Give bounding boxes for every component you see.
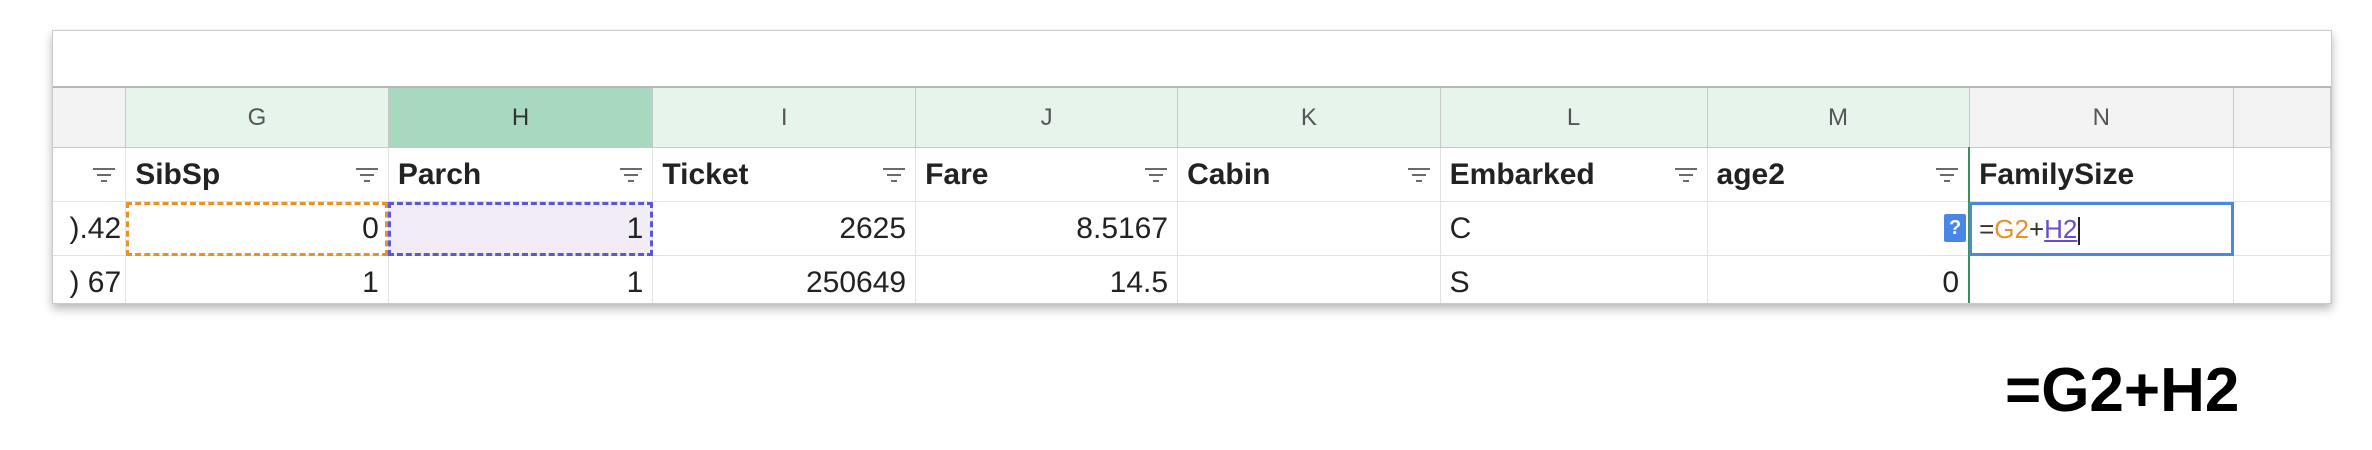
filter-icon[interactable]	[1935, 166, 1959, 184]
header-label: Fare	[925, 157, 989, 191]
header-label: SibSp	[135, 157, 221, 191]
header-cell-cabin[interactable]: Cabin	[1177, 147, 1441, 202]
column-header-g[interactable]: G	[125, 88, 389, 148]
cell-h2-referenced[interactable]: 1	[388, 201, 654, 256]
header-cell-familysize[interactable]: FamilySize	[1968, 147, 2235, 202]
cell-g2-referenced[interactable]: 0	[125, 201, 389, 256]
header-cell-embarked[interactable]: Embarked	[1440, 147, 1708, 202]
header-label: Embarked	[1449, 157, 1595, 191]
header-label: FamilySize	[1979, 157, 2135, 191]
cell-l3[interactable]: S	[1440, 255, 1708, 303]
cell-m3[interactable]: 0	[1707, 255, 1970, 303]
cell-l2[interactable]: C	[1440, 201, 1708, 256]
column-header-j[interactable]: J	[915, 88, 1179, 148]
column-header-m[interactable]: M	[1707, 88, 1970, 148]
column-header-l[interactable]: L	[1440, 88, 1708, 148]
formula-ref-g2: G2	[1994, 213, 2029, 244]
formula-ref-h2: H2	[2044, 213, 2078, 244]
cell-j2[interactable]: 8.5167	[915, 201, 1179, 256]
table-row: ) 67 1 1 250649 14.5 S 0	[53, 255, 2331, 303]
filter-icon[interactable]	[355, 166, 379, 184]
cell-f3[interactable]: ) 67	[53, 255, 127, 303]
cell-f2[interactable]: ).42	[53, 201, 127, 256]
header-cell-ticket[interactable]: Ticket	[652, 147, 917, 202]
cell-j3[interactable]: 14.5	[915, 255, 1179, 303]
header-cell-parch[interactable]: Parch	[388, 147, 654, 202]
filter-icon[interactable]	[92, 166, 116, 184]
toolbar-strip	[53, 31, 2331, 88]
header-label: age2	[1716, 157, 1785, 191]
formula-help-icon[interactable]: ?	[1944, 214, 1967, 242]
header-label: Parch	[397, 157, 482, 191]
header-cell-f[interactable]	[53, 147, 127, 202]
formula-input[interactable]: =G2+H2	[1979, 213, 2081, 245]
cell-m2[interactable]	[1707, 201, 1970, 256]
cell-n3[interactable]	[1968, 255, 2235, 303]
cell-o2[interactable]	[2233, 201, 2331, 256]
column-header-f[interactable]	[53, 88, 127, 148]
cell-g3[interactable]: 1	[125, 255, 389, 303]
header-row: SibSp Parch Ticket Fare Cabin Embarked a…	[53, 147, 2331, 202]
formula-equals: =	[1979, 213, 1995, 244]
sheet-grid: G H I J K L M N SibSp Parch Ticket Fare …	[53, 88, 2331, 303]
filter-icon[interactable]	[882, 166, 906, 184]
text-caret	[2078, 216, 2081, 245]
column-header-i[interactable]: I	[652, 88, 917, 148]
formula-caption: =G2+H2	[2005, 356, 2240, 425]
header-cell-age2[interactable]: age2	[1707, 147, 1970, 202]
cell-n2-editing[interactable]: ? =G2+H2	[1944, 201, 2235, 256]
cell-i2[interactable]: 2625	[652, 201, 917, 256]
header-cell-fare[interactable]: Fare	[915, 147, 1179, 202]
formula-operator: +	[2028, 213, 2045, 244]
filter-icon[interactable]	[1144, 166, 1168, 184]
filter-icon[interactable]	[1407, 166, 1431, 184]
cell-k2[interactable]	[1177, 201, 1441, 256]
header-cell-sibsp[interactable]: SibSp	[125, 147, 389, 202]
column-header-row: G H I J K L M N	[53, 88, 2331, 148]
column-header-k[interactable]: K	[1177, 88, 1441, 148]
cell-h3[interactable]: 1	[388, 255, 654, 303]
header-label: Ticket	[662, 157, 749, 191]
cell-i3[interactable]: 250649	[652, 255, 917, 303]
header-cell-empty[interactable]	[2233, 147, 2331, 202]
column-header-h[interactable]: H	[388, 88, 654, 148]
table-row: ).42 0 1 2625 8.5167 C ? =G2+H2	[53, 201, 2331, 256]
column-header-o[interactable]	[2233, 88, 2331, 148]
cell-o3[interactable]	[2233, 255, 2331, 303]
spreadsheet-frame: G H I J K L M N SibSp Parch Ticket Fare …	[52, 30, 2332, 304]
header-label: Cabin	[1187, 157, 1271, 191]
column-header-n[interactable]: N	[1969, 88, 2235, 148]
cell-k3[interactable]	[1177, 255, 1441, 303]
filter-icon[interactable]	[1674, 166, 1698, 184]
filter-icon[interactable]	[619, 166, 643, 184]
